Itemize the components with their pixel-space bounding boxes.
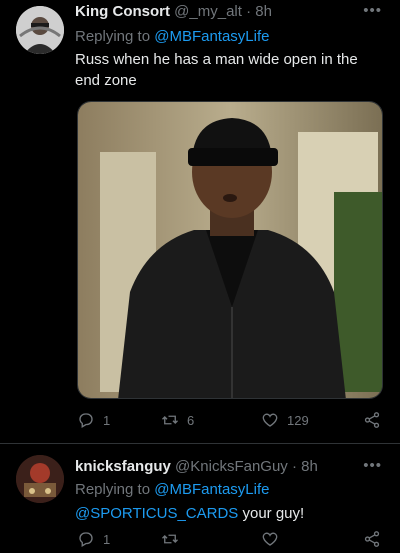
reply-button[interactable]: 1: [77, 530, 110, 548]
reply-icon: [79, 532, 93, 547]
text-body: your guy!: [238, 505, 305, 522]
replying-to: Replying to @MBFantasyLife: [75, 28, 270, 45]
like-button[interactable]: 129: [261, 411, 309, 429]
text-mention[interactable]: @SPORTICUS_CARDS: [75, 505, 238, 522]
reply-count: 1: [103, 531, 111, 547]
tweet[interactable]: King Consort @_my_alt · 8h ••• Replying …: [0, 0, 400, 443]
more-dots-icon[interactable]: •••: [363, 457, 382, 474]
like-count: 129: [287, 412, 309, 428]
separator-dot: ·: [246, 3, 252, 20]
avatar[interactable]: [16, 6, 64, 54]
tweet-text: Russ when he has a man wide open in the …: [75, 51, 358, 89]
share-button[interactable]: [363, 411, 381, 429]
share-button[interactable]: [363, 530, 381, 548]
replying-to-mention[interactable]: @MBFantasyLife: [154, 28, 269, 45]
tweet[interactable]: knicksfanguy @KnicksFanGuy · 8h ••• Repl…: [0, 443, 400, 553]
display-name[interactable]: knicksfanguy: [75, 458, 171, 475]
tweet-header: knicksfanguy @KnicksFanGuy · 8h: [75, 458, 384, 478]
replying-to-mention[interactable]: @MBFantasyLife: [154, 481, 269, 498]
heart-icon: [262, 413, 278, 427]
replying-to-label: Replying to: [75, 481, 151, 498]
retweet-count: 6: [187, 412, 195, 428]
reply-icon: [79, 413, 93, 428]
handle[interactable]: @_my_alt: [174, 3, 242, 20]
handle[interactable]: @KnicksFanGuy: [175, 458, 288, 475]
retweet-icon: [162, 415, 178, 425]
retweet-button[interactable]: [161, 530, 179, 548]
reply-count: 1: [103, 412, 111, 428]
tweet-text: @SPORTICUS_CARDS your guy!: [75, 503, 386, 524]
timestamp[interactable]: 8h: [301, 458, 318, 475]
replying-to-label: Replying to: [75, 28, 151, 45]
tweet-actions: 1 6 129: [75, 411, 384, 433]
heart-icon: [262, 532, 278, 546]
avatar[interactable]: [16, 455, 64, 503]
share-icon: [364, 412, 380, 428]
tweet-header: King Consort @_my_alt · 8h: [75, 3, 384, 23]
separator-dot: ·: [291, 458, 297, 475]
like-button[interactable]: [261, 530, 279, 548]
tweet-media-image[interactable]: [77, 101, 383, 399]
reply-button[interactable]: 1: [77, 411, 110, 429]
timestamp[interactable]: 8h: [255, 3, 272, 20]
display-name[interactable]: King Consort: [75, 3, 170, 20]
tweet-actions: 1: [75, 530, 384, 552]
more-dots-icon[interactable]: •••: [363, 2, 382, 19]
share-icon: [364, 531, 380, 547]
retweet-icon: [162, 534, 178, 544]
replying-to: Replying to @MBFantasyLife: [75, 481, 270, 498]
retweet-button[interactable]: 6: [161, 411, 194, 429]
